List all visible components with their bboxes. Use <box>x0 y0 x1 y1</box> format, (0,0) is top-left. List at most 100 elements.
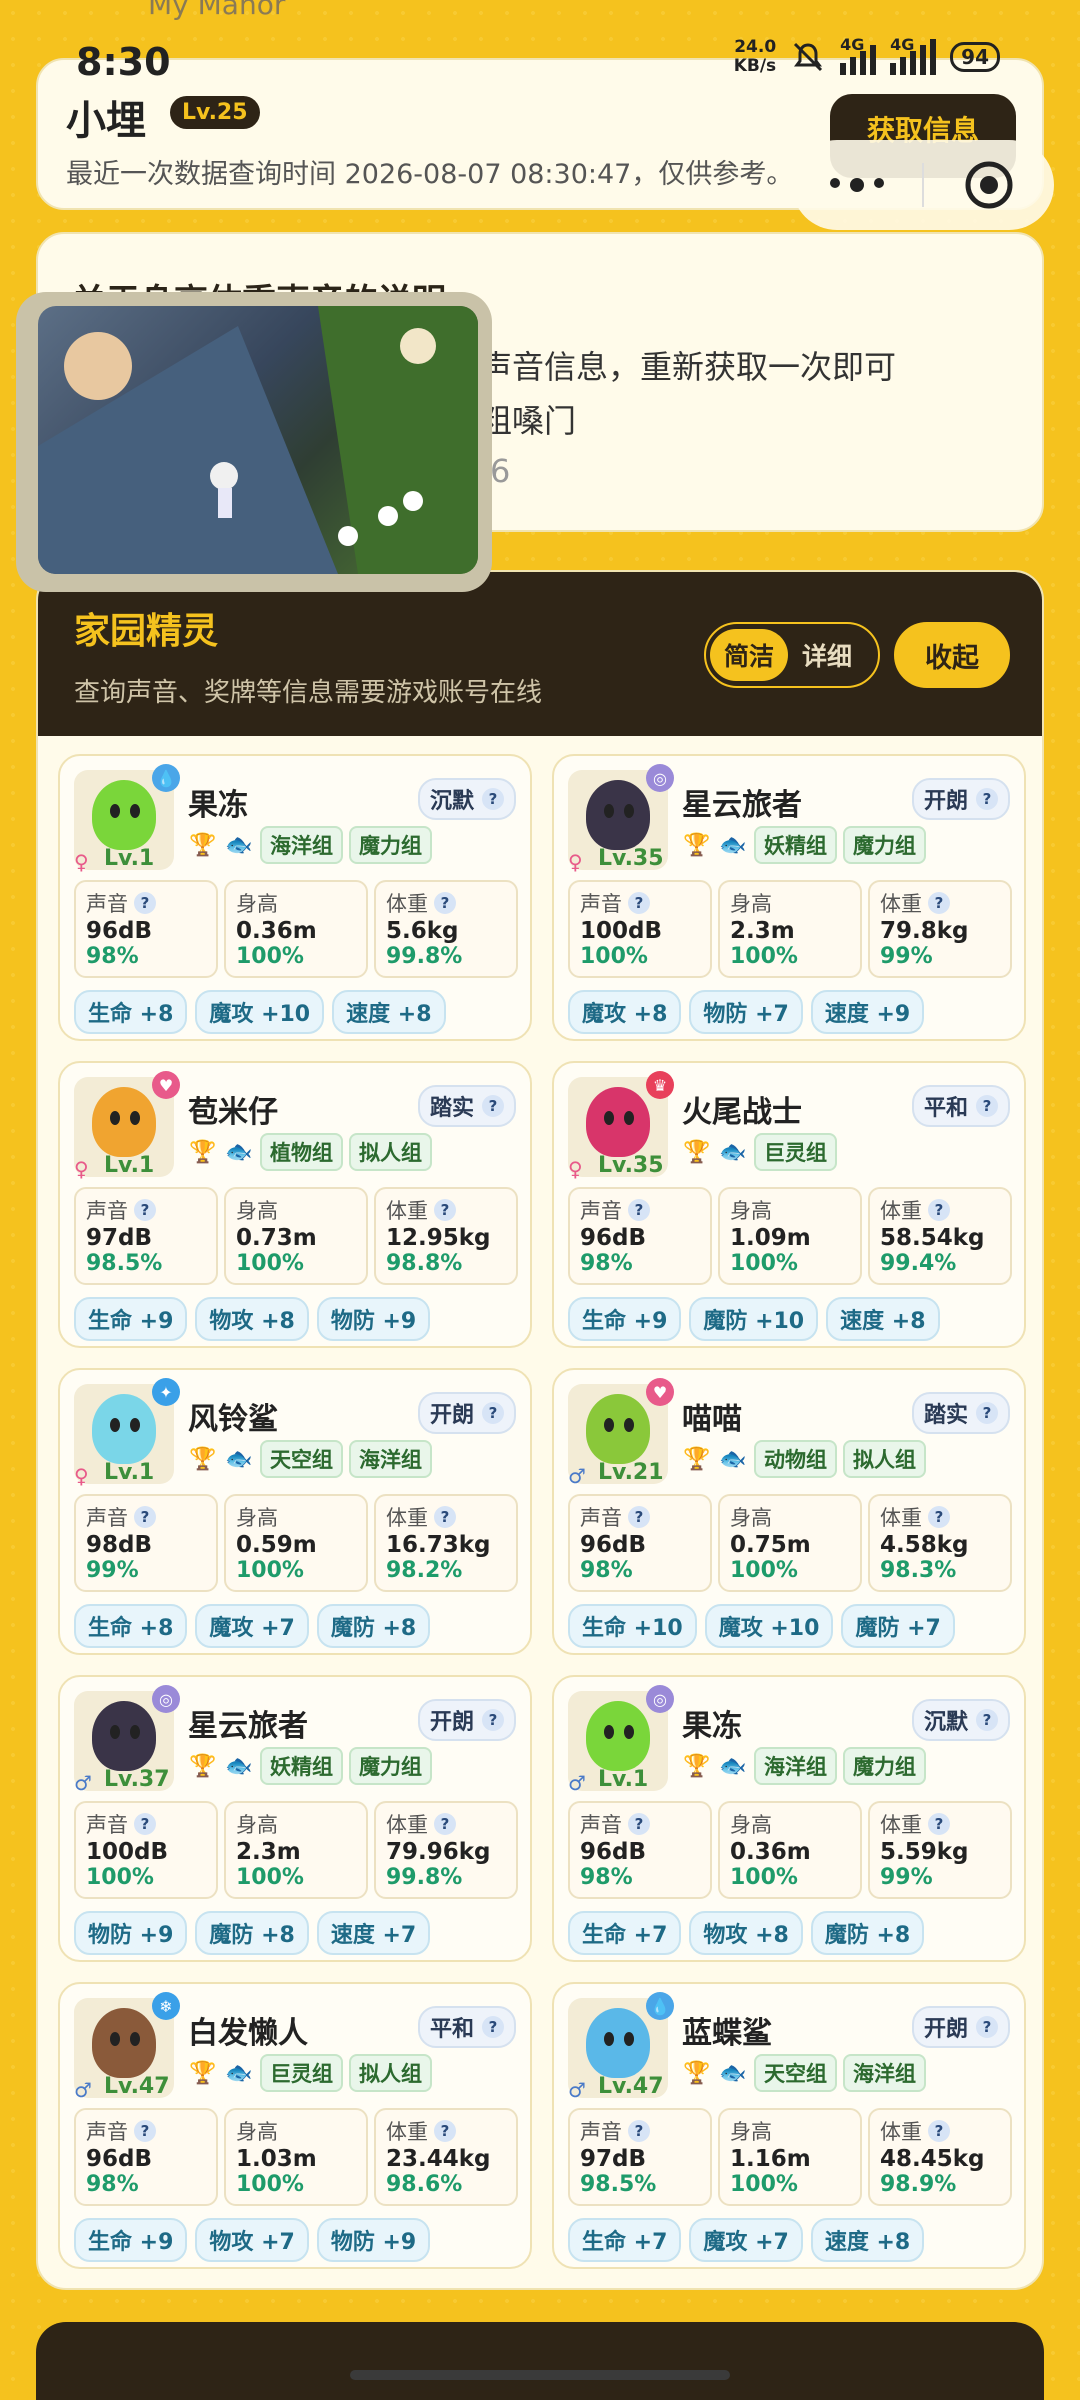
group-tag: 海洋组 <box>754 1747 837 1785</box>
trait-badge[interactable]: 沉默? <box>417 778 516 820</box>
help-icon[interactable]: ? <box>976 1709 998 1731</box>
help-icon[interactable]: ? <box>928 1813 950 1835</box>
height-value: 0.36m <box>236 918 317 944</box>
voice-value: 96dB <box>580 1532 647 1558</box>
trophy-icon: 🏆 <box>683 832 711 858</box>
pets-panel-header: 家园精灵 查询声音、奖牌等信息需要游戏账号在线 简洁 详细 收起 <box>38 572 1042 736</box>
group-tag: 魔力组 <box>349 1747 432 1785</box>
help-icon[interactable]: ? <box>976 2016 998 2038</box>
help-icon[interactable]: ? <box>928 892 950 914</box>
help-icon[interactable]: ? <box>434 1506 456 1528</box>
gender-icon: ♀ <box>74 1464 89 1488</box>
pet-card[interactable]: ♛ ♀ Lv.35 火尾战士 平和? 🏆 🐟 巨灵组 声音? 96dB 98% … <box>552 1061 1026 1348</box>
help-icon[interactable]: ? <box>482 788 504 810</box>
weight-value: 5.6kg <box>386 918 459 944</box>
pet-card[interactable]: ✦ ♀ Lv.1 风铃鲨 开朗? 🏆 🐟 天空组 海洋组 声音? 98dB 99%… <box>58 1368 532 1655</box>
trait-badge[interactable]: 开朗? <box>911 778 1010 820</box>
pet-card[interactable]: ♥ ♀ Lv.1 苞米仔 踏实? 🏆 🐟 植物组 拟人组 声音? 97dB 98.… <box>58 1061 532 1348</box>
pet-body <box>92 780 156 850</box>
pet-name: 星云旅者 <box>188 1709 308 1744</box>
help-icon[interactable]: ? <box>628 892 650 914</box>
help-icon[interactable]: ? <box>628 1506 650 1528</box>
buff-tag: 物攻 +8 <box>689 1911 803 1955</box>
height-value: 0.73m <box>236 1225 317 1251</box>
home-indicator[interactable] <box>350 2370 730 2380</box>
weight-stat: 体重? 23.44kg 98.6% <box>374 2108 518 2206</box>
buff-tag: 生命 +9 <box>74 1297 188 1341</box>
help-icon[interactable]: ? <box>628 2120 650 2142</box>
pet-name: 白发懒人 <box>188 2016 308 2051</box>
pet-card[interactable]: ◎ ♂ Lv.37 星云旅者 开朗? 🏆 🐟 妖精组 魔力组 声音? 100dB … <box>58 1675 532 1962</box>
pet-card[interactable]: 💧 ♂ Lv.47 蓝蝶鲨 开朗? 🏆 🐟 天空组 海洋组 声音? 97dB 98… <box>552 1982 1026 2269</box>
help-icon[interactable]: ? <box>134 892 156 914</box>
help-icon[interactable]: ? <box>434 1813 456 1835</box>
buff-list: 生命 +9 魔防 +10 速度 +8 <box>568 1297 940 1341</box>
pet-card[interactable]: ◎ ♂ Lv.1 果冻 沉默? 🏆 🐟 海洋组 魔力组 声音? 96dB 98% … <box>552 1675 1026 1962</box>
mode-detail-option[interactable]: 详细 <box>788 629 866 681</box>
help-icon[interactable]: ? <box>134 1506 156 1528</box>
notice-line: 到声音信息，重新获取一次即可 <box>448 348 897 386</box>
height-percent: 100% <box>730 944 798 969</box>
buff-list: 生命 +9 物攻 +7 物防 +9 <box>74 2218 431 2262</box>
help-icon[interactable]: ? <box>928 2120 950 2142</box>
close-target-icon[interactable] <box>924 159 1054 211</box>
voice-label: 声音 <box>580 2120 622 2144</box>
trait-badge[interactable]: 平和? <box>417 2006 516 2048</box>
more-menu-icon[interactable] <box>792 178 922 192</box>
height-stat: 身高 2.3m 100% <box>718 880 862 978</box>
floating-video-window[interactable] <box>16 292 492 592</box>
help-icon[interactable]: ? <box>976 1402 998 1424</box>
view-mode-toggle[interactable]: 简洁 详细 <box>704 622 880 688</box>
voice-percent: 98% <box>86 2172 139 2197</box>
trait-badge[interactable]: 沉默? <box>911 1699 1010 1741</box>
pet-card[interactable]: ♥ ♂ Lv.21 喵喵 踏实? 🏆 🐟 动物组 拟人组 声音? 96dB 98%… <box>552 1368 1026 1655</box>
app-subtitle: My Manor <box>148 0 286 21</box>
pet-tags: 🏆 🐟 天空组 海洋组 <box>188 1440 432 1478</box>
help-icon[interactable]: ? <box>134 1813 156 1835</box>
trait-badge[interactable]: 踏实? <box>911 1392 1010 1434</box>
signal-icon: 4G <box>890 35 937 75</box>
group-tag: 植物组 <box>260 1133 343 1171</box>
pet-level: Lv.1 <box>598 1767 649 1792</box>
help-icon[interactable]: ? <box>628 1813 650 1835</box>
trait-badge[interactable]: 平和? <box>911 1085 1010 1127</box>
pet-name: 果冻 <box>188 788 248 823</box>
height-value: 0.59m <box>236 1532 317 1558</box>
voice-value: 96dB <box>86 918 153 944</box>
weight-label: 体重 <box>386 1199 428 1223</box>
help-icon[interactable]: ? <box>928 1506 950 1528</box>
mode-simple-option[interactable]: 简洁 <box>710 629 789 681</box>
help-icon[interactable]: ? <box>134 1199 156 1221</box>
help-icon[interactable]: ? <box>482 1709 504 1731</box>
help-icon[interactable]: ? <box>482 1095 504 1117</box>
user-level-badge: Lv.25 <box>170 96 260 129</box>
query-time-text: 最近一次数据查询时间 2026-08-07 08:30:47，仅供参考。 <box>66 159 794 190</box>
pet-card[interactable]: 💧 ♀ Lv.1 果冻 沉默? 🏆 🐟 海洋组 魔力组 声音? 96dB 98% … <box>58 754 532 1041</box>
pet-card[interactable]: ❄ ♂ Lv.47 白发懒人 平和? 🏆 🐟 巨灵组 拟人组 声音? 96dB 9… <box>58 1982 532 2269</box>
help-icon[interactable]: ? <box>482 2016 504 2038</box>
trait-badge[interactable]: 踏实? <box>417 1085 516 1127</box>
collapse-button[interactable]: 收起 <box>894 622 1010 688</box>
gender-icon: ♂ <box>74 1771 92 1795</box>
help-icon[interactable]: ? <box>976 788 998 810</box>
trait-badge[interactable]: 开朗? <box>911 2006 1010 2048</box>
help-icon[interactable]: ? <box>628 1199 650 1221</box>
height-percent: 100% <box>730 1865 798 1890</box>
help-icon[interactable]: ? <box>434 892 456 914</box>
help-icon[interactable]: ? <box>482 1402 504 1424</box>
help-icon[interactable]: ? <box>976 1095 998 1117</box>
pet-stats: 声音? 96dB 98% 身高 1.03m 100% 体重? 23.44kg 9… <box>74 2108 518 2206</box>
help-icon[interactable]: ? <box>134 2120 156 2142</box>
pet-stats: 声音? 96dB 98% 身高 0.75m 100% 体重? 4.58kg 98… <box>568 1494 1012 1592</box>
help-icon[interactable]: ? <box>928 1199 950 1221</box>
trait-badge[interactable]: 开朗? <box>417 1392 516 1434</box>
height-value: 0.75m <box>730 1532 811 1558</box>
help-icon[interactable]: ? <box>434 1199 456 1221</box>
pet-card[interactable]: ◎ ♀ Lv.35 星云旅者 开朗? 🏆 🐟 妖精组 魔力组 声音? 100dB … <box>552 754 1026 1041</box>
user-name: 小埋 <box>66 98 146 144</box>
help-icon[interactable]: ? <box>434 2120 456 2142</box>
height-label: 身高 <box>236 1813 278 1837</box>
trait-badge[interactable]: 开朗? <box>417 1699 516 1741</box>
pet-stats: 声音? 98dB 99% 身高 0.59m 100% 体重? 16.73kg 9… <box>74 1494 518 1592</box>
voice-value: 96dB <box>580 1225 647 1251</box>
